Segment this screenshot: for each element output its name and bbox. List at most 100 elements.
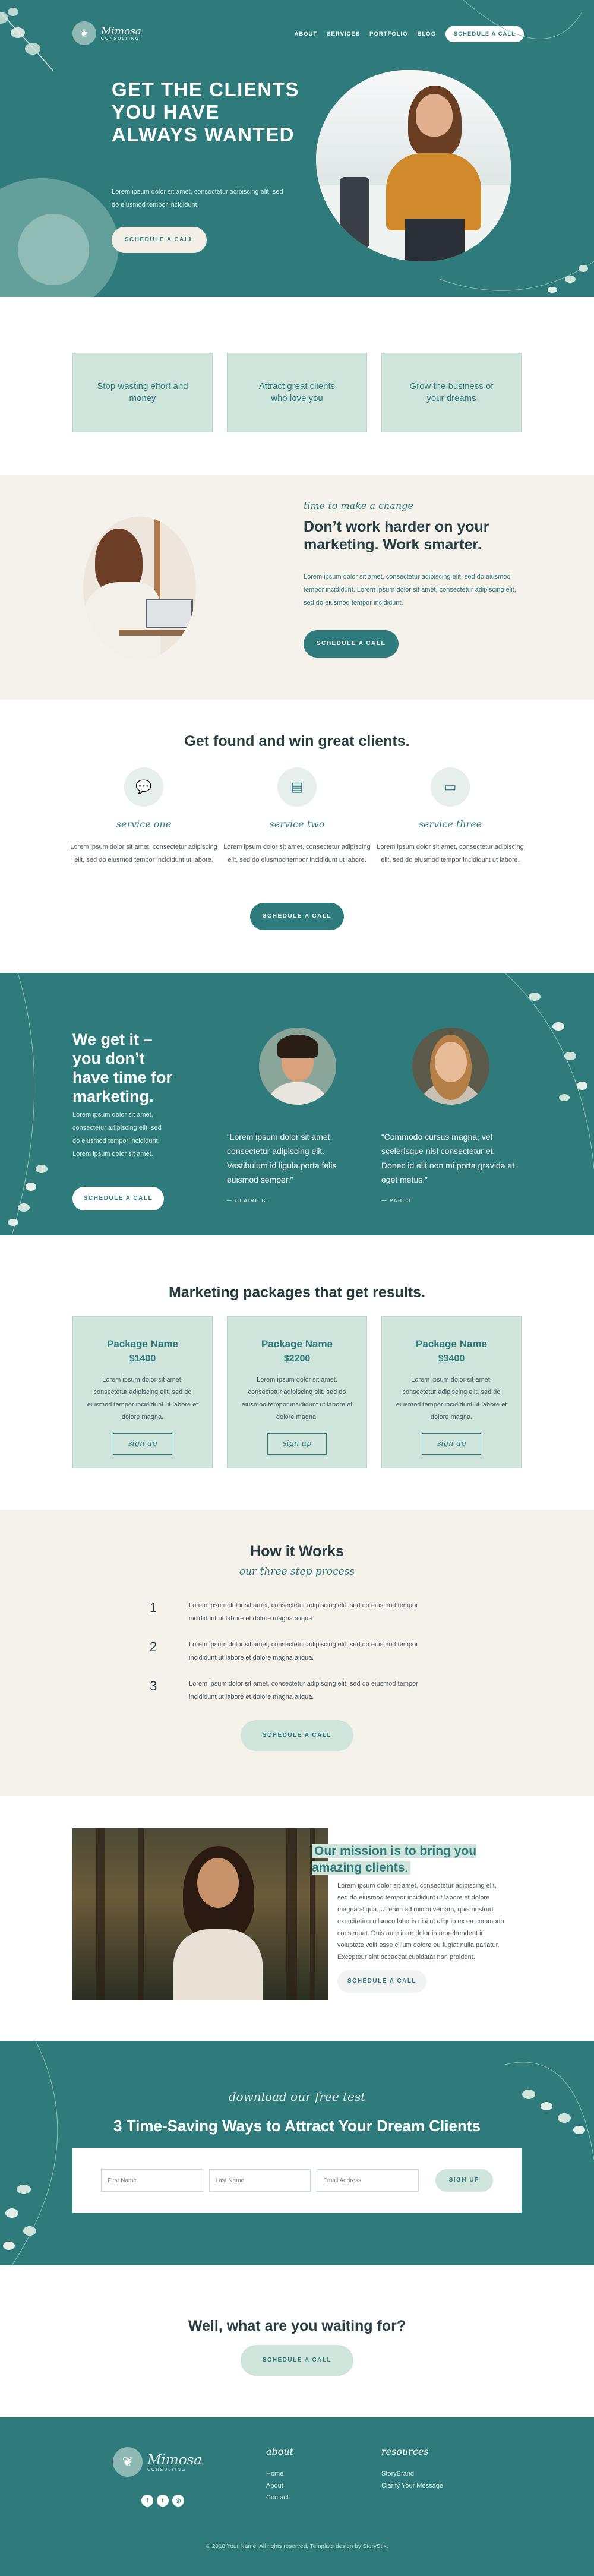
final-schedule-button[interactable]: SCHEDULE A CALL	[241, 2345, 353, 2376]
package-desc: Lorem ipsum dolor sit amet, consectetur …	[87, 1376, 198, 1421]
package-price: $2200	[283, 1354, 311, 1364]
services-heading: Get found and win great clients.	[184, 733, 410, 750]
step-text: Lorem ipsum dolor sit amet, consectetur …	[189, 1680, 418, 1701]
brand-name: Mimosa	[101, 25, 142, 37]
package-name: Package Name	[106, 1338, 179, 1349]
first-name-field[interactable]	[101, 2169, 203, 2192]
benefit-card: Stop wasting effort and money	[72, 353, 213, 432]
brand-tagline: CONSULTING	[101, 36, 140, 41]
service-desc: Lorem ipsum dolor sit amet, consectetur …	[377, 843, 524, 864]
email-field[interactable]	[317, 2169, 419, 2192]
mission-text: Lorem ipsum dolor sit amet, consectetur …	[337, 1882, 504, 1961]
service-name: service two	[269, 818, 325, 830]
avatar	[412, 1028, 489, 1105]
package-name: Package Name	[415, 1338, 488, 1349]
watercolor-blob	[18, 214, 89, 285]
nav-item-services[interactable]: SERVICES	[327, 31, 360, 37]
footer-brand-tagline: CONSULTING	[147, 2467, 187, 2472]
testimonials-schedule-button[interactable]: SCHEDULE A CALL	[72, 1187, 164, 1210]
package-desc: Lorem ipsum dolor sit amet, consectetur …	[396, 1376, 507, 1421]
smiling-woman-photo	[72, 1828, 328, 2000]
package-card: Package Name $2200 Lorem ipsum dolor sit…	[227, 1316, 367, 1468]
service-desc: Lorem ipsum dolor sit amet, consectetur …	[70, 843, 217, 864]
how-schedule-button[interactable]: SCHEDULE A CALL	[241, 1720, 353, 1751]
footer-link-contact[interactable]: Contact	[266, 2492, 293, 2504]
hero-section: ❦ Mimosa CONSULTING ABOUT SERVICES PORTF…	[0, 0, 594, 297]
testimonial-quote: “Lorem ipsum dolor sit amet, consectetur…	[227, 1132, 337, 1184]
footer-link-home[interactable]: Home	[266, 2468, 293, 2480]
final-cta-section: Well, what are you waiting for? SCHEDULE…	[0, 2265, 594, 2417]
package-card: Package Name $3400 Lorem ipsum dolor sit…	[381, 1316, 522, 1468]
eucalyptus-leaves-decoration	[504, 973, 594, 1170]
footer-link-clarify[interactable]: Clarify Your Message	[381, 2480, 443, 2492]
brand-logo[interactable]: ❦ Mimosa CONSULTING	[72, 21, 141, 45]
chat-bubbles-icon: 💬	[124, 767, 163, 807]
footer-resources-heading: resources	[381, 2446, 429, 2457]
mission-section	[0, 1796, 594, 2041]
package-signup-button[interactable]: sign up	[113, 1433, 172, 1455]
service-name: service three	[418, 818, 482, 830]
facebook-icon[interactable]: f	[141, 2495, 153, 2507]
testimonial-author: — CLAIRE C.	[227, 1197, 268, 1203]
hero-schedule-button[interactable]: SCHEDULE A CALL	[112, 227, 207, 253]
hero-title: GET THE CLIENTS YOU HAVE ALWAYS WANTED	[112, 78, 299, 146]
testimonial-author: — PABLO	[381, 1197, 412, 1203]
marketing-script-heading: time to make a change	[304, 500, 413, 511]
package-name: Package Name	[261, 1338, 333, 1349]
mission-title-text: Our mission is to bring you amazing clie…	[312, 1844, 477, 1875]
service-card: ▤ service two Lorem ipsum dolor sit amet…	[220, 767, 374, 867]
freebie-title: 3 Time-Saving Ways to Attract Your Dream…	[113, 2117, 481, 2135]
step-number: 2	[150, 1639, 157, 1654]
mission-schedule-button[interactable]: SCHEDULE A CALL	[337, 1970, 426, 1993]
decorative-branch-lines	[439, 0, 594, 293]
freebie-signup-form: SIGN UP	[72, 2148, 522, 2213]
testimonials-title: We get it – you don’t have time for mark…	[72, 1031, 173, 1105]
package-signup-button[interactable]: sign up	[422, 1433, 481, 1455]
twitter-icon[interactable]: t	[157, 2495, 169, 2507]
last-name-field[interactable]	[208, 2169, 311, 2192]
packages-heading: Marketing packages that get results.	[168, 1284, 426, 1301]
working-woman-photo	[83, 517, 196, 659]
freebie-section: download our free test 3 Time-Saving Way…	[0, 2041, 594, 2265]
footer-logo[interactable]: ❦ Mimosa CONSULTING	[113, 2447, 202, 2477]
marketing-title: Don’t work harder on your marketing. Wor…	[304, 519, 489, 553]
footer-about-column: about Home About Contact	[266, 2446, 293, 2504]
eucalyptus-leaves-decoration	[0, 8, 54, 72]
package-price: $1400	[129, 1354, 156, 1364]
footer-link-storybrand[interactable]: StoryBrand	[381, 2468, 443, 2480]
benefit-card: Attract great clients who love you	[227, 353, 367, 432]
process-step: 3 Lorem ipsum dolor sit amet, consectetu…	[150, 1677, 459, 1703]
benefits-section: Stop wasting effort and money Attract gr…	[0, 297, 594, 475]
leaf-logo-icon: ❦	[72, 21, 96, 45]
marketing-text: Lorem ipsum dolor sit amet, consectetur …	[304, 573, 516, 606]
freebie-signup-button[interactable]: SIGN UP	[435, 2169, 493, 2192]
footer-link-about[interactable]: About	[266, 2480, 293, 2492]
process-step: 2 Lorem ipsum dolor sit amet, consectetu…	[150, 1638, 459, 1664]
instagram-icon[interactable]: ◎	[172, 2495, 184, 2507]
step-text: Lorem ipsum dolor sit amet, consectetur …	[189, 1641, 418, 1661]
eucalyptus-leaves-decoration	[8, 973, 48, 1235]
services-schedule-button[interactable]: SCHEDULE A CALL	[250, 903, 344, 930]
marketing-schedule-button[interactable]: SCHEDULE A CALL	[304, 630, 399, 658]
nav-item-about[interactable]: ABOUT	[294, 31, 317, 37]
service-name: service one	[116, 818, 172, 830]
service-card: 💬 service one Lorem ipsum dolor sit amet…	[67, 767, 221, 867]
step-text: Lorem ipsum dolor sit amet, consectetur …	[189, 1602, 418, 1622]
copyright-text: © 2018 Your Name. All rights reserved. T…	[206, 2543, 388, 2550]
packages-section: Marketing packages that get results. Pac…	[0, 1235, 594, 1510]
hero-text: Lorem ipsum dolor sit amet, consectetur …	[112, 188, 283, 208]
package-desc: Lorem ipsum dolor sit amet, consectetur …	[241, 1376, 353, 1421]
package-signup-button[interactable]: sign up	[267, 1433, 327, 1455]
laptop-icon: ▭	[431, 767, 470, 807]
testimonials-section: We get it – you don’t have time for mark…	[0, 973, 594, 1235]
footer: ❦ Mimosa CONSULTING f t ◎ about Home Abo…	[0, 2417, 594, 2576]
freebie-script-heading: download our free test	[228, 2090, 366, 2104]
footer-resources-column: resources StoryBrand Clarify Your Messag…	[381, 2446, 443, 2492]
footer-about-heading: about	[266, 2446, 294, 2457]
package-price: $3400	[438, 1354, 465, 1364]
footer-brand-name: Mimosa	[147, 2452, 203, 2468]
step-number: 1	[150, 1600, 157, 1615]
service-card: ▭ service three Lorem ipsum dolor sit am…	[373, 767, 527, 867]
service-desc: Lorem ipsum dolor sit amet, consectetur …	[223, 843, 371, 864]
mission-title: Our mission is to bring you amazing clie…	[312, 1843, 484, 1876]
